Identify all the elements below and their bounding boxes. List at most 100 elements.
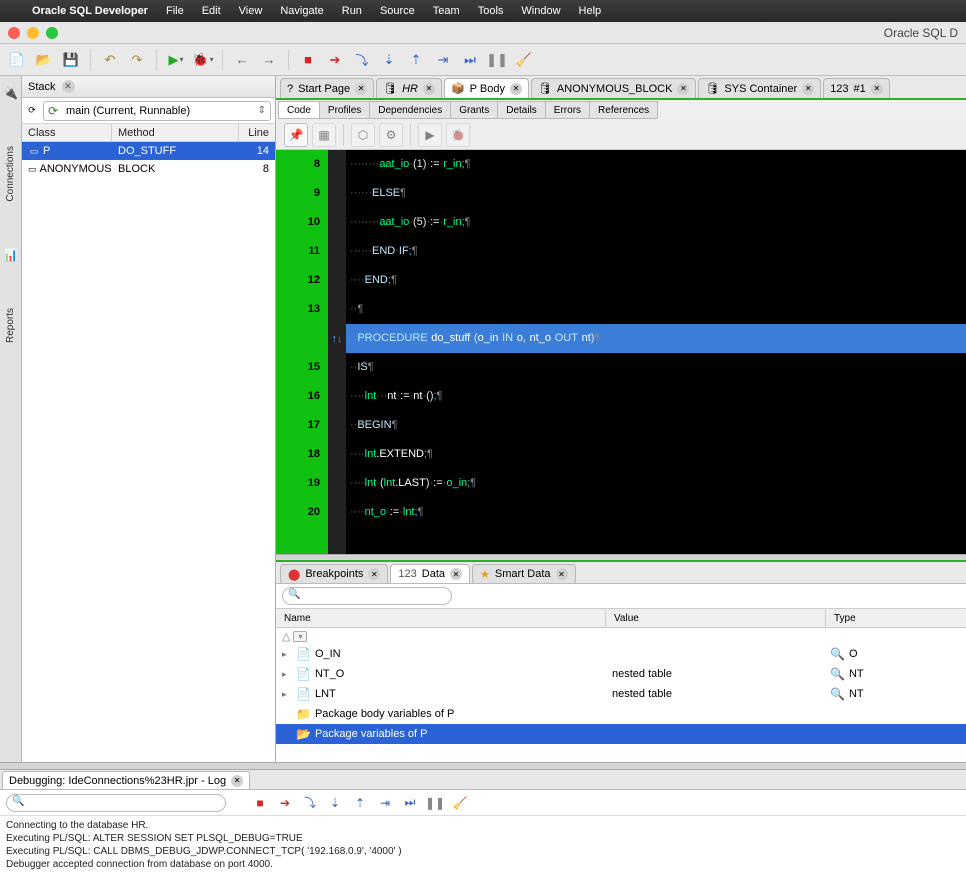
menu-file[interactable]: File	[166, 5, 184, 17]
stack-close-button[interactable]: ✕	[62, 80, 75, 93]
stack-row[interactable]: ▭ANONYMOUSBLOCK8	[22, 160, 275, 178]
debug-tab[interactable]: 123Data✕	[390, 564, 470, 583]
log-step-into-button[interactable]: ⇣	[325, 793, 345, 813]
data-row[interactable]: ▸📄O_IN🔍O	[276, 644, 966, 664]
code-line[interactable]: ··IS¶	[346, 353, 966, 382]
open-button[interactable]: 📂	[33, 49, 55, 71]
code-line[interactable]: ······END·IF;¶	[346, 237, 966, 266]
window-close-button[interactable]	[8, 27, 20, 39]
tab-close-button[interactable]: ✕	[802, 83, 814, 95]
debug-tab[interactable]: ★Smart Data✕	[472, 564, 576, 583]
debug-button[interactable]: 🐞	[192, 49, 214, 71]
window-minimize-button[interactable]	[27, 27, 39, 39]
save-button[interactable]: 💾	[60, 49, 82, 71]
code-line[interactable]: ····lnt···nt·:=·nt·();¶	[346, 382, 966, 411]
connections-tab[interactable]: Connections	[5, 146, 16, 202]
expand-toggle[interactable]: ▸	[282, 669, 292, 680]
log-step-cursor-button[interactable]: ⇥	[375, 793, 395, 813]
window-zoom-button[interactable]	[46, 27, 58, 39]
sort-asc-icon[interactable]: △	[282, 630, 290, 643]
undo-button[interactable]: ↶	[99, 49, 121, 71]
code-line[interactable]: ····END;¶	[346, 266, 966, 295]
tab-close-button[interactable]: ✕	[510, 83, 522, 95]
filter-dropdown[interactable]: ▾	[293, 631, 307, 642]
menu-view[interactable]: View	[239, 5, 263, 17]
code-line[interactable]: ····lnt·(lnt.LAST)·:=·o_in;¶	[346, 469, 966, 498]
code-line[interactable]: ····lnt.EXTEND;¶	[346, 440, 966, 469]
code-line[interactable]: ····nt_o·:=·lnt;¶	[346, 498, 966, 527]
editor-tab[interactable]: 🛢SYS Container✕	[698, 78, 821, 98]
reports-tab[interactable]: Reports	[5, 308, 16, 343]
col-method[interactable]: Method	[112, 124, 239, 141]
col-type[interactable]: Type	[826, 609, 966, 627]
expand-toggle[interactable]: ▸	[282, 689, 292, 700]
editor-tab[interactable]: 🛢ANONYMOUS_BLOCK✕	[531, 78, 697, 98]
log-step-out-button[interactable]: ⇡	[350, 793, 370, 813]
tab-close-button[interactable]: ✕	[355, 83, 367, 95]
code-line[interactable]: ······ELSE¶	[346, 179, 966, 208]
menu-team[interactable]: Team	[433, 5, 460, 17]
data-row[interactable]: 📁Package body variables of P	[276, 704, 966, 724]
run-editor-button[interactable]: ▶	[418, 123, 442, 147]
subtab-errors[interactable]: Errors	[545, 101, 590, 119]
debug-tab-close[interactable]: ✕	[368, 568, 380, 580]
menu-edit[interactable]: Edit	[202, 5, 221, 17]
menu-tools[interactable]: Tools	[478, 5, 504, 17]
editor-tab[interactable]: 📦P Body✕	[444, 78, 529, 98]
log-stop-button[interactable]: ■	[250, 793, 270, 813]
editor-tab[interactable]: 123#1✕	[823, 78, 890, 98]
code-line[interactable]: ··BEGIN¶	[346, 411, 966, 440]
col-value[interactable]: Value	[606, 609, 826, 627]
col-line[interactable]: Line	[239, 124, 275, 141]
log-tab[interactable]: Debugging: IdeConnections%23HR.jpr - Log…	[2, 771, 250, 789]
editor-tab[interactable]: ?Start Page✕	[280, 78, 374, 98]
thread-selector[interactable]: main (Current, Runnable)	[43, 101, 271, 121]
gutter[interactable]: 8910111213151617181920	[276, 150, 328, 554]
col-class[interactable]: Class	[22, 124, 112, 141]
marker-gutter[interactable]: ↑↓	[328, 150, 346, 554]
log-pause-button[interactable]: ❚❚	[425, 793, 445, 813]
menu-run[interactable]: Run	[342, 5, 362, 17]
data-row[interactable]: 📂Package variables of P	[276, 724, 966, 744]
step-out-button[interactable]: ⇡	[405, 49, 427, 71]
step-into-button[interactable]: ⇣	[378, 49, 400, 71]
subtab-profiles[interactable]: Profiles	[319, 101, 370, 119]
menu-navigate[interactable]: Navigate	[280, 5, 323, 17]
resume-button[interactable]: ➔	[324, 49, 346, 71]
editor-tab[interactable]: 🛢HR✕	[376, 78, 442, 98]
code-line[interactable]: ········aat_io·(5)·:=·r_in;¶	[346, 208, 966, 237]
log-search-input[interactable]	[6, 794, 226, 812]
col-name[interactable]: Name	[276, 609, 606, 627]
log-splitter[interactable]	[0, 762, 966, 770]
code-lines[interactable]: ········aat_io·(1)·:=·r_in;¶······ELSE¶·…	[346, 150, 966, 554]
new-button[interactable]: 📄	[6, 49, 28, 71]
subtab-code[interactable]: Code	[278, 101, 320, 119]
log-text[interactable]: Connecting to the database HR. Executing…	[0, 816, 966, 878]
menu-help[interactable]: Help	[579, 5, 602, 17]
step-to-cursor-button[interactable]: ⇥	[432, 49, 454, 71]
gear-button[interactable]: ⚙	[379, 123, 403, 147]
code-line[interactable]: ··PROCEDURE·do_stuff·(o_in·IN·o,·nt_o·OU…	[346, 324, 966, 353]
debug-editor-button[interactable]: 🐞	[446, 123, 470, 147]
stack-row[interactable]: ▭PDO_STUFF14	[22, 142, 275, 160]
subtab-dependencies[interactable]: Dependencies	[369, 101, 451, 119]
log-step-over-button[interactable]: ⤵	[300, 793, 320, 813]
subtab-details[interactable]: Details	[497, 101, 546, 119]
redo-button[interactable]: ↷	[126, 49, 148, 71]
subtab-references[interactable]: References	[589, 101, 658, 119]
compile-button[interactable]: ▦	[312, 123, 336, 147]
menu-window[interactable]: Window	[521, 5, 560, 17]
pause-button[interactable]: ❚❚	[486, 49, 508, 71]
stop-button[interactable]: ■	[297, 49, 319, 71]
h-splitter[interactable]	[276, 554, 966, 562]
debug-tab-close[interactable]: ✕	[556, 568, 568, 580]
log-step-instr-button[interactable]: ⏭	[400, 793, 420, 813]
code-line[interactable]: ········aat_io·(1)·:=·r_in;¶	[346, 150, 966, 179]
menu-source[interactable]: Source	[380, 5, 415, 17]
debug-tab-close[interactable]: ✕	[450, 568, 462, 580]
pin-button[interactable]: 📌	[284, 123, 308, 147]
debug-search-input[interactable]	[282, 587, 452, 605]
nav-back-button[interactable]: ←	[231, 49, 253, 71]
log-tab-close[interactable]: ✕	[231, 775, 243, 787]
tab-close-button[interactable]: ✕	[871, 83, 883, 95]
